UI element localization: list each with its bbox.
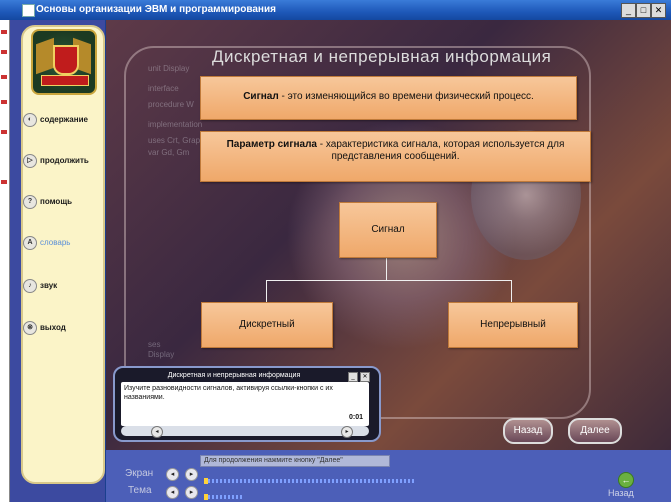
diagram-connector <box>386 256 387 280</box>
screen-prev-icon[interactable]: ◂ <box>166 468 179 481</box>
sidebar-item-label: выход <box>40 323 66 332</box>
back-button[interactable]: Назад <box>503 418 553 444</box>
maximize-button[interactable]: □ <box>636 3 651 18</box>
screen-progress <box>204 478 414 484</box>
topic-progress <box>204 494 242 500</box>
sidebar-item-dictionary[interactable]: A словарь <box>21 233 101 255</box>
watermark-code: Display <box>148 350 175 359</box>
book-icon: ◐ <box>23 113 37 127</box>
screen-label: Экран <box>125 468 154 479</box>
watermark-code: var Gd, Gm <box>148 148 190 157</box>
continue-icon: ▷ <box>23 154 37 168</box>
watermark-code: ses <box>148 340 161 349</box>
diagram-node-signal[interactable]: Сигнал <box>339 202 437 258</box>
popup-prev-icon[interactable]: ◂ <box>151 426 163 438</box>
title-bar: Основы организации ЭВМ и программировани… <box>0 0 671 20</box>
diagram-connector <box>511 280 512 302</box>
footer-back-label[interactable]: Назад <box>608 488 634 498</box>
emblem-logo <box>31 29 97 95</box>
topic-prev-icon[interactable]: ◂ <box>166 486 179 499</box>
sound-icon: ♪ <box>23 279 37 293</box>
topic-label: Тема <box>128 485 152 496</box>
sidebar-item-label: продолжить <box>40 156 89 165</box>
watermark-code: procedure W <box>148 100 194 109</box>
popup-title: Дискретная и непрерывная информация <box>167 372 301 379</box>
desktop-strip <box>0 20 10 502</box>
sidebar-item-label: содержание <box>40 115 88 124</box>
sidebar-item-label: помощь <box>40 197 72 206</box>
diagram-connector <box>266 280 267 302</box>
popup-time: 0:01 <box>348 414 363 421</box>
diagram-connector <box>266 280 512 281</box>
hint-bar: Для продолжения нажмите кнопку "Далее" <box>200 455 390 467</box>
definition-signal-parameter: Параметр сигнала - характеристика сигнал… <box>200 131 591 182</box>
sidebar-item-label: звук <box>40 281 58 290</box>
popup-next-icon[interactable]: ▸ <box>341 426 353 438</box>
hint-popup: Дискретная и непрерывная информация _ ✕ … <box>113 366 381 442</box>
watermark-code: implementation <box>148 120 203 129</box>
sidebar-item-exit[interactable]: ⊗ выход <box>21 318 101 340</box>
sidebar-item-continue[interactable]: ▷ продолжить <box>21 151 101 173</box>
topic-next-icon[interactable]: ▸ <box>185 486 198 499</box>
window-title: Основы организации ЭВМ и программировани… <box>36 4 276 15</box>
app-icon <box>22 4 35 17</box>
watermark-code: uses Crt, Grap <box>148 136 201 145</box>
back-arrow-icon[interactable]: ← <box>618 472 634 488</box>
popup-minimize-button[interactable]: _ <box>348 372 358 382</box>
slide-title: Дискретная и непрерывная информация <box>212 47 552 66</box>
watermark-code: interface <box>148 84 179 93</box>
sidebar-item-sound[interactable]: ♪ звук <box>21 276 101 298</box>
screen-next-icon[interactable]: ▸ <box>185 468 198 481</box>
popup-close-button[interactable]: ✕ <box>360 372 370 382</box>
diagram-node-continuous[interactable]: Непрерывный <box>448 302 578 348</box>
watermark-code: unit Display <box>148 64 190 73</box>
help-icon: ? <box>23 195 37 209</box>
close-button[interactable]: ✕ <box>651 3 666 18</box>
sidebar-item-contents[interactable]: ◐ содержание <box>21 110 101 132</box>
exit-icon: ⊗ <box>23 321 37 335</box>
popup-text: Изучите разновидности сигналов, активиру… <box>124 385 333 401</box>
next-button[interactable]: Далее <box>568 418 622 444</box>
minimize-button[interactable]: _ <box>621 3 636 18</box>
definition-signal: Сигнал - это изменяющийся во времени физ… <box>200 76 577 120</box>
popup-body: Изучите разновидности сигналов, активиру… <box>121 382 369 426</box>
dictionary-icon: A <box>23 236 37 250</box>
diagram-node-discrete[interactable]: Дискретный <box>201 302 333 348</box>
sidebar-item-help[interactable]: ? помощь <box>21 192 101 214</box>
sidebar-item-label: словарь <box>40 238 71 247</box>
popup-scrollbar[interactable]: ◂ ▸ <box>121 426 369 438</box>
